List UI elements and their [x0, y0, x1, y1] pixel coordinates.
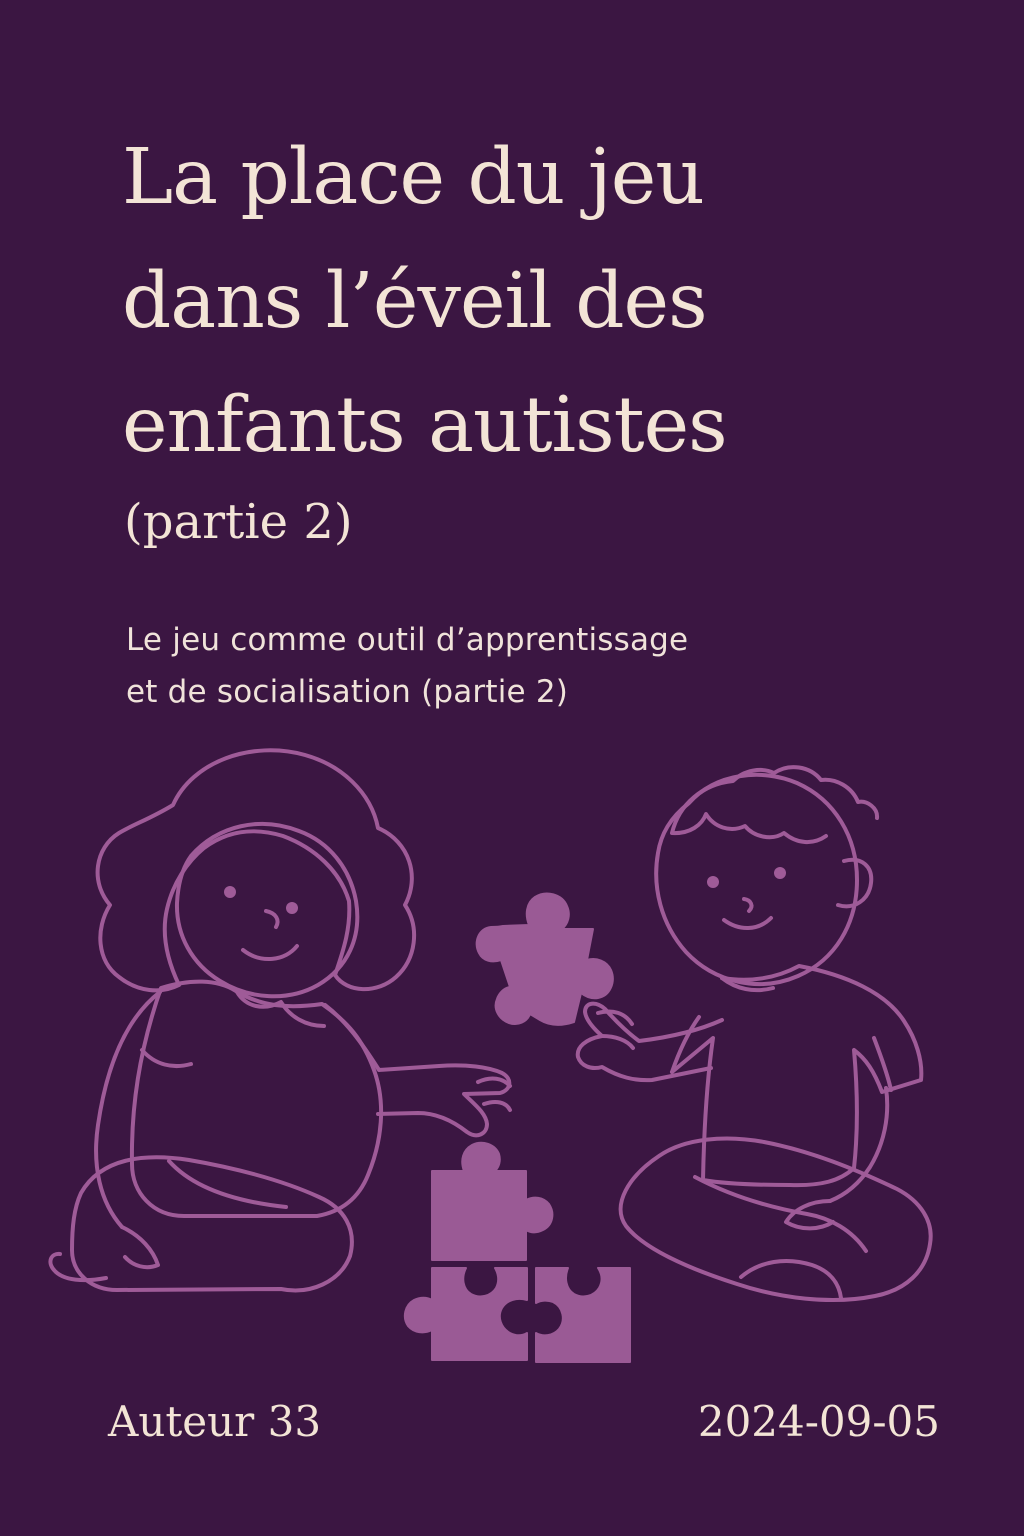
- girl-smile: [241, 944, 299, 962]
- book-cover: La place du jeu dans l’éveil des enfants…: [0, 0, 1024, 1536]
- author-name: Auteur 33: [108, 1397, 322, 1446]
- girl-eye-right: [286, 902, 298, 914]
- boy-sleeve-left: [670, 1015, 701, 1074]
- boy-eye-left: [707, 876, 719, 888]
- boy-eye-right: [774, 867, 786, 879]
- boy-figure: [575, 765, 933, 1302]
- puzzle-pieces: [403, 892, 631, 1363]
- puzzle-piece-icon: [431, 1141, 554, 1261]
- cover-subtitle: Le jeu comme outil d’apprentissage et de…: [126, 614, 926, 718]
- boy-torso: [670, 964, 924, 1188]
- girl-arm-reaching: [323, 1003, 512, 1138]
- cover-subtitle-line-2: et de socialisation (partie 2): [126, 674, 569, 710]
- publication-date: 2024-09-05: [697, 1397, 940, 1446]
- boy-nose: [742, 897, 754, 913]
- children-playing-illustration: [48, 748, 933, 1363]
- boy-knee-line: [693, 1175, 868, 1253]
- girl-foot: [48, 1251, 108, 1283]
- cover-title-line-1: La place du jeu: [122, 133, 705, 222]
- puzzle-piece-icon: [535, 1267, 631, 1363]
- cover-subtitle-line-1: Le jeu comme outil d’apprentissage: [126, 622, 689, 658]
- girl-torso: [129, 979, 384, 1218]
- girl-nose: [264, 909, 280, 929]
- girl-hand-left: [120, 1225, 160, 1270]
- boy-foot: [739, 1259, 843, 1300]
- cover-title-line-2: dans l’éveil des: [122, 257, 708, 346]
- girl-eye-left: [224, 886, 236, 898]
- cover-title-line-3: enfants autistes: [122, 381, 728, 470]
- boy-arm-raised: [575, 1001, 724, 1083]
- girl-sleeve: [140, 1048, 193, 1069]
- cover-part-label: (partie 2): [124, 494, 353, 550]
- boy-legs: [618, 1136, 933, 1302]
- girl-hair: [95, 748, 417, 993]
- puzzle-piece-icon: [403, 1267, 528, 1361]
- boy-smile: [722, 916, 773, 930]
- cover-title: La place du jeu dans l’éveil des enfants…: [122, 116, 942, 488]
- girl-legs: [70, 1155, 354, 1293]
